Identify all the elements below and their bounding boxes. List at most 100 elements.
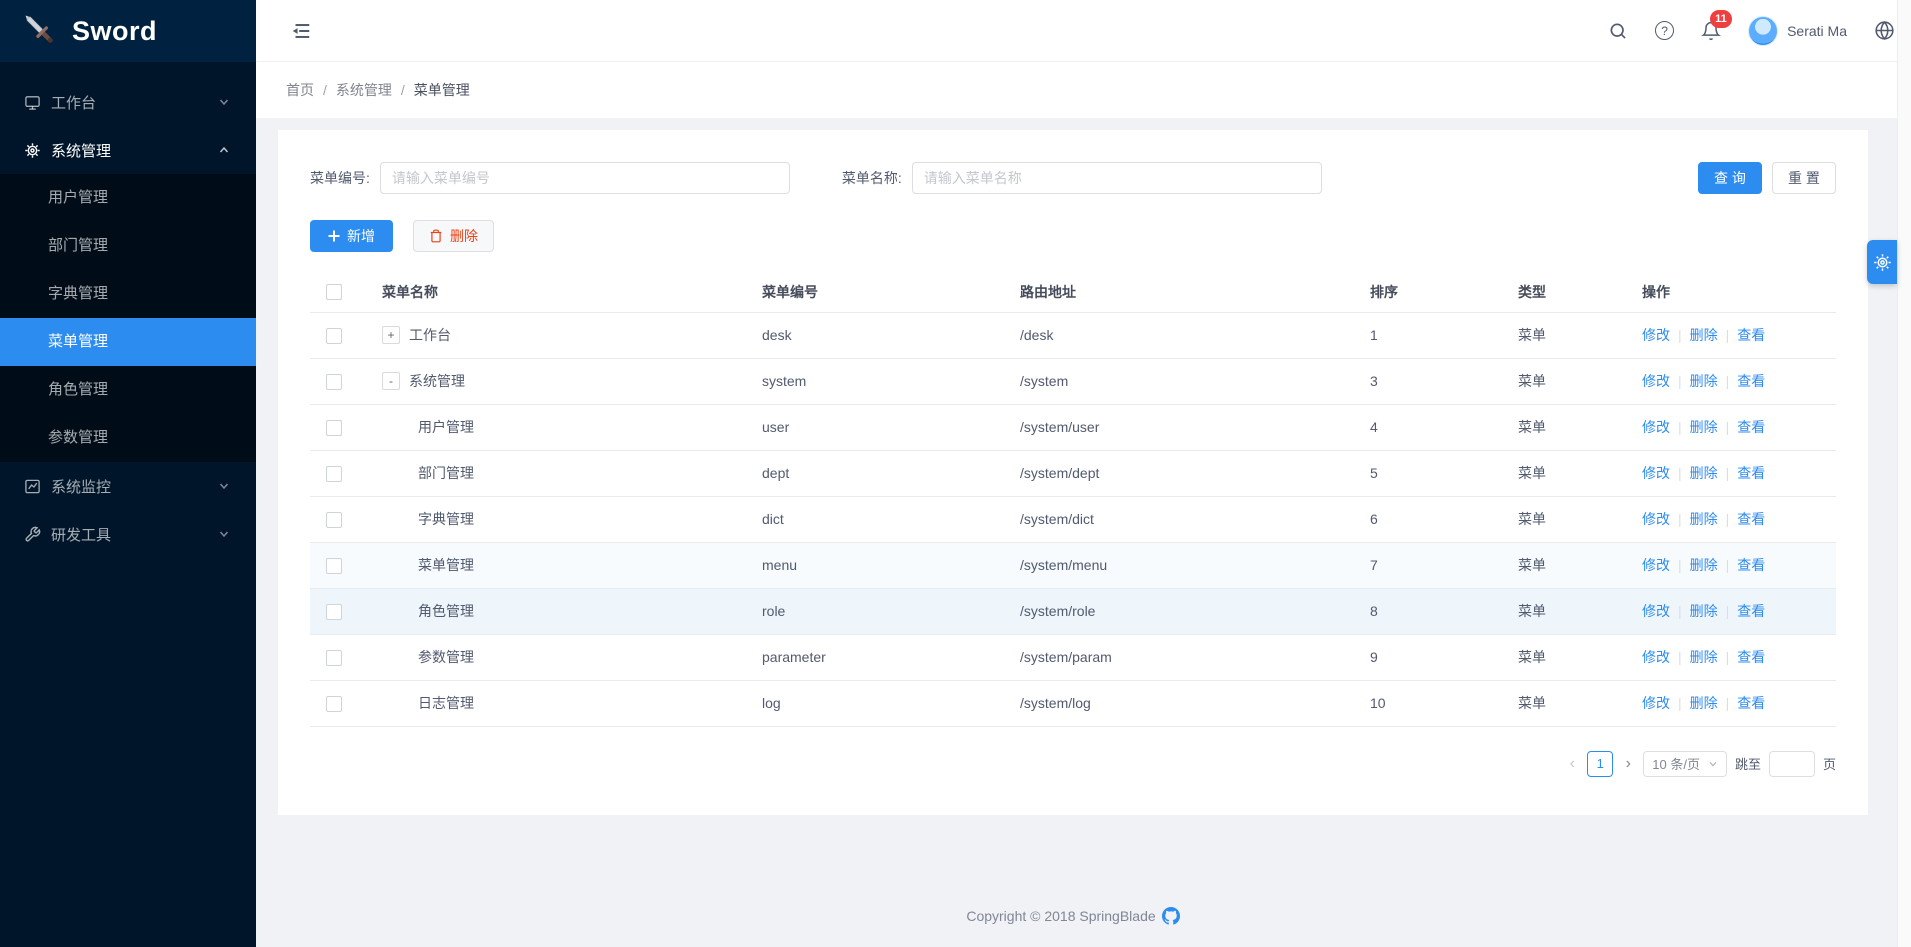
- sidebar-subitem-dict[interactable]: 字典管理: [0, 270, 256, 318]
- edit-link[interactable]: 修改: [1642, 327, 1670, 343]
- page-number[interactable]: 1: [1587, 751, 1613, 777]
- edit-link[interactable]: 修改: [1642, 419, 1670, 435]
- reset-button[interactable]: 重 置: [1772, 162, 1836, 194]
- next-page-button[interactable]: ›: [1621, 755, 1635, 773]
- edit-link[interactable]: 修改: [1642, 373, 1670, 389]
- edit-link[interactable]: 修改: [1642, 695, 1670, 711]
- delete-link[interactable]: 删除: [1690, 695, 1718, 711]
- menu-sort: 4: [1354, 404, 1502, 450]
- col-header-ops: 操作: [1626, 272, 1836, 312]
- table-row: 日志管理 log /system/log 10 菜单 修改|删除|查看: [310, 680, 1836, 726]
- delete-link[interactable]: 删除: [1690, 373, 1718, 389]
- sidebar-subitem-role[interactable]: 角色管理: [0, 366, 256, 414]
- search-icon[interactable]: [1608, 21, 1628, 41]
- chart-icon: [24, 478, 41, 495]
- bell-icon[interactable]: 11: [1701, 21, 1721, 41]
- edit-link[interactable]: 修改: [1642, 465, 1670, 481]
- delete-link[interactable]: 删除: [1690, 557, 1718, 573]
- sidebar-item-monitor[interactable]: 系统监控: [0, 462, 256, 510]
- row-expander[interactable]: -: [382, 372, 400, 390]
- delete-link[interactable]: 删除: [1690, 327, 1718, 343]
- delete-link[interactable]: 删除: [1690, 465, 1718, 481]
- github-icon[interactable]: [1162, 907, 1180, 925]
- table-toolbar: 新增 删除: [310, 220, 1836, 252]
- menu-route: /desk: [1004, 312, 1354, 358]
- view-link[interactable]: 查看: [1737, 419, 1765, 435]
- sidebar-menu: 工作台 系统管理 用户管理 部门管理: [0, 62, 256, 558]
- sidebar-subitem-user[interactable]: 用户管理: [0, 174, 256, 222]
- sidebar-subitem-param[interactable]: 参数管理: [0, 414, 256, 462]
- search-button[interactable]: 查 询: [1698, 162, 1762, 194]
- jump-label: 跳至: [1735, 754, 1761, 773]
- row-checkbox[interactable]: [326, 328, 342, 344]
- row-checkbox[interactable]: [326, 650, 342, 666]
- row-expander[interactable]: +: [382, 326, 400, 344]
- sidebar-item-workbench[interactable]: 工作台: [0, 78, 256, 126]
- table-row: 角色管理 role /system/role 8 菜单 修改|删除|查看: [310, 588, 1836, 634]
- sidebar-subitem-menu[interactable]: 菜单管理: [0, 318, 256, 366]
- delete-link[interactable]: 删除: [1690, 649, 1718, 665]
- row-checkbox[interactable]: [326, 604, 342, 620]
- globe-icon[interactable]: [1874, 20, 1895, 41]
- table-row: 参数管理 parameter /system/param 9 菜单 修改|删除|…: [310, 634, 1836, 680]
- menu-route: /system/log: [1004, 680, 1354, 726]
- menu-sort: 10: [1354, 680, 1502, 726]
- add-button[interactable]: 新增: [310, 220, 393, 252]
- menu-code: dept: [746, 450, 1004, 496]
- menu-code: dict: [746, 496, 1004, 542]
- row-checkbox[interactable]: [326, 512, 342, 528]
- logo[interactable]: Sword: [0, 0, 256, 62]
- help-icon[interactable]: ?: [1655, 21, 1674, 40]
- menu-type: 菜单: [1502, 358, 1626, 404]
- menu-fold-icon[interactable]: [290, 20, 312, 42]
- user-menu[interactable]: Serati Ma: [1748, 16, 1847, 46]
- delete-link[interactable]: 删除: [1690, 419, 1718, 435]
- view-link[interactable]: 查看: [1737, 511, 1765, 527]
- view-link[interactable]: 查看: [1737, 603, 1765, 619]
- view-link[interactable]: 查看: [1737, 465, 1765, 481]
- breadcrumb-home[interactable]: 首页: [286, 80, 314, 100]
- menu-code-input[interactable]: [380, 162, 790, 194]
- select-all-checkbox[interactable]: [326, 284, 342, 300]
- jump-page-input[interactable]: [1769, 751, 1815, 777]
- sidebar-subitem-dept[interactable]: 部门管理: [0, 222, 256, 270]
- trash-icon: [429, 229, 443, 243]
- sidebar-item-label: 系统监控: [51, 476, 218, 497]
- edit-link[interactable]: 修改: [1642, 649, 1670, 665]
- pagination: ‹ 1 › 10 条/页 跳至 页: [310, 751, 1836, 777]
- menu-code: user: [746, 404, 1004, 450]
- help-glyph: ?: [1655, 21, 1674, 40]
- sidebar-item-system[interactable]: 系统管理: [0, 126, 256, 174]
- settings-button[interactable]: [1867, 240, 1897, 284]
- jump-suffix: 页: [1823, 754, 1836, 773]
- edit-link[interactable]: 修改: [1642, 603, 1670, 619]
- edit-link[interactable]: 修改: [1642, 511, 1670, 527]
- sidebar-submenu-system: 用户管理 部门管理 字典管理 菜单管理 角色管理 参数管理: [0, 174, 256, 462]
- row-checkbox[interactable]: [326, 374, 342, 390]
- delete-link[interactable]: 删除: [1690, 603, 1718, 619]
- edit-link[interactable]: 修改: [1642, 557, 1670, 573]
- row-checkbox[interactable]: [326, 420, 342, 436]
- view-link[interactable]: 查看: [1737, 649, 1765, 665]
- breadcrumb-system[interactable]: 系统管理: [336, 80, 392, 100]
- menu-name-input[interactable]: [912, 162, 1322, 194]
- menu-management-card: 菜单编号: 菜单名称: 查 询 重 置 新增: [278, 130, 1868, 815]
- row-checkbox[interactable]: [326, 696, 342, 712]
- sidebar-item-devtools[interactable]: 研发工具: [0, 510, 256, 558]
- delete-link[interactable]: 删除: [1690, 511, 1718, 527]
- view-link[interactable]: 查看: [1737, 557, 1765, 573]
- page-size-select[interactable]: 10 条/页: [1643, 751, 1727, 777]
- row-checkbox[interactable]: [326, 558, 342, 574]
- delete-button[interactable]: 删除: [413, 220, 494, 252]
- main-area: ? 11 Serati Ma: [256, 0, 1911, 947]
- view-link[interactable]: 查看: [1737, 695, 1765, 711]
- menu-code: role: [746, 588, 1004, 634]
- row-checkbox[interactable]: [326, 466, 342, 482]
- view-link[interactable]: 查看: [1737, 327, 1765, 343]
- menu-type: 菜单: [1502, 542, 1626, 588]
- view-link[interactable]: 查看: [1737, 373, 1765, 389]
- sidebar: Sword 工作台: [0, 0, 256, 947]
- scrollbar-track[interactable]: [1897, 0, 1911, 947]
- prev-page-button[interactable]: ‹: [1565, 755, 1579, 773]
- table-header-row: 菜单名称 菜单编号 路由地址 排序 类型 操作: [310, 272, 1836, 312]
